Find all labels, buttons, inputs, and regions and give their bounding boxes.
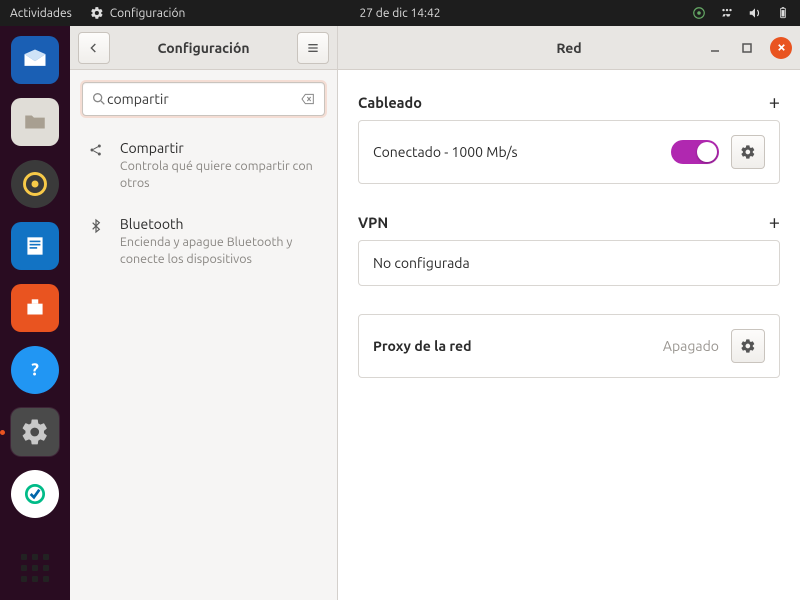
settings-main: Red Cableado + Conectado - 1000 Mb/s	[338, 26, 800, 600]
result-bluetooth[interactable]: Bluetooth Encienda y apague Bluetooth y …	[70, 204, 337, 280]
gear-icon	[740, 144, 756, 160]
dock-files[interactable]	[11, 98, 59, 146]
dock-remmina[interactable]	[11, 470, 59, 518]
support-icon[interactable]	[692, 6, 706, 20]
search-box[interactable]	[82, 82, 325, 116]
dock-help[interactable]: ?	[11, 346, 59, 394]
wired-toggle[interactable]	[671, 140, 719, 164]
result-desc: Controla qué quiere compartir con otros	[120, 158, 319, 192]
maximize-button[interactable]	[738, 39, 756, 57]
activities-button[interactable]: Actividades	[10, 7, 72, 20]
result-compartir[interactable]: Compartir Controla qué quiere compartir …	[70, 128, 337, 204]
clock[interactable]: 27 de dic 14:42	[360, 7, 441, 20]
dock-rhythmbox[interactable]	[11, 160, 59, 208]
settings-window: Configuración Compartir Controla q	[70, 26, 800, 600]
wired-settings-button[interactable]	[731, 135, 765, 169]
app-menu[interactable]: Configuración	[90, 6, 186, 20]
battery-icon[interactable]	[776, 6, 790, 20]
proxy-status: Apagado	[663, 338, 719, 354]
settings-sidebar: Configuración Compartir Controla q	[70, 26, 338, 600]
minimize-button[interactable]	[706, 39, 724, 57]
vpn-status: No configurada	[373, 255, 765, 271]
dock-settings[interactable]	[11, 408, 59, 456]
page-title: Red	[556, 40, 581, 56]
dock: ?	[0, 26, 70, 600]
proxy-heading: Proxy de la red	[373, 338, 651, 354]
vpn-heading: VPN	[358, 214, 388, 231]
network-icon[interactable]	[720, 6, 734, 20]
close-button[interactable]	[770, 37, 792, 59]
hamburger-button[interactable]	[297, 32, 329, 64]
result-title: Compartir	[120, 140, 319, 156]
share-icon	[88, 140, 106, 192]
proxy-settings-button[interactable]	[731, 329, 765, 363]
bluetooth-icon	[88, 216, 106, 268]
search-input[interactable]	[107, 91, 300, 107]
volume-icon[interactable]	[748, 6, 762, 20]
search-icon	[91, 91, 107, 107]
settings-icon	[90, 6, 104, 20]
result-title: Bluetooth	[120, 216, 319, 232]
gear-icon	[740, 338, 756, 354]
clear-icon[interactable]	[300, 91, 316, 107]
wired-card: Conectado - 1000 Mb/s	[358, 120, 780, 184]
proxy-card[interactable]: Proxy de la red Apagado	[358, 314, 780, 378]
svg-text:?: ?	[31, 360, 39, 379]
back-button[interactable]	[78, 32, 110, 64]
top-bar: Actividades Configuración 27 de dic 14:4…	[0, 0, 800, 26]
dock-writer[interactable]	[11, 222, 59, 270]
wired-heading: Cableado	[358, 94, 422, 111]
result-desc: Encienda y apague Bluetooth y conecte lo…	[120, 234, 319, 268]
sidebar-title: Configuración	[118, 40, 289, 56]
vpn-card: No configurada	[358, 240, 780, 286]
add-vpn-button[interactable]: +	[769, 212, 780, 232]
wired-status: Conectado - 1000 Mb/s	[373, 144, 659, 160]
dock-software[interactable]	[11, 284, 59, 332]
show-apps-button[interactable]	[11, 544, 59, 592]
dock-thunderbird[interactable]	[11, 36, 59, 84]
add-wired-button[interactable]: +	[769, 92, 780, 112]
